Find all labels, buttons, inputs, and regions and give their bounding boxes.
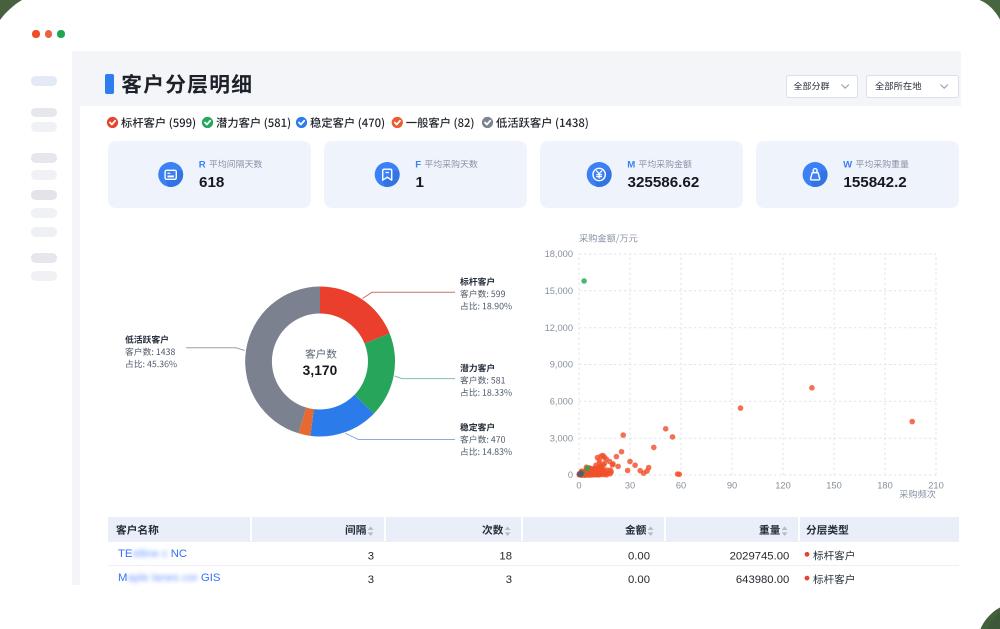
svg-text:W: W [843,159,853,170]
svg-text:M: M [627,159,635,170]
svg-text:3: 3 [368,550,374,562]
svg-text:90: 90 [727,481,737,491]
svg-text:R: R [199,159,206,170]
svg-text:120: 120 [775,481,791,491]
svg-text:155842.2: 155842.2 [843,174,906,191]
svg-text:0: 0 [576,481,581,491]
svg-text:3,000: 3,000 [550,433,573,443]
svg-text:1: 1 [416,174,425,191]
svg-text:3: 3 [368,574,374,586]
svg-text:643980.00: 643980.00 [736,574,789,586]
svg-text:0: 0 [568,470,573,480]
svg-text:3: 3 [506,574,512,586]
svg-text:18: 18 [499,550,512,562]
svg-text:0.00: 0.00 [628,550,650,562]
svg-text:60: 60 [676,481,686,491]
svg-text:12,000: 12,000 [545,323,573,333]
svg-text:30: 30 [625,481,635,491]
svg-text:210: 210 [928,481,944,491]
svg-text:0.00: 0.00 [628,574,650,586]
svg-text:150: 150 [826,481,842,491]
svg-text:2029745.00: 2029745.00 [730,550,790,562]
svg-text:325586.62: 325586.62 [628,174,700,191]
svg-text:180: 180 [877,481,893,491]
svg-text:18,000: 18,000 [545,249,573,259]
svg-text:F: F [415,159,421,170]
svg-text:9,000: 9,000 [550,360,573,370]
svg-text:3,170: 3,170 [303,363,338,378]
svg-text:6,000: 6,000 [550,397,573,407]
svg-text:15,000: 15,000 [545,286,573,296]
svg-text:618: 618 [199,174,224,191]
